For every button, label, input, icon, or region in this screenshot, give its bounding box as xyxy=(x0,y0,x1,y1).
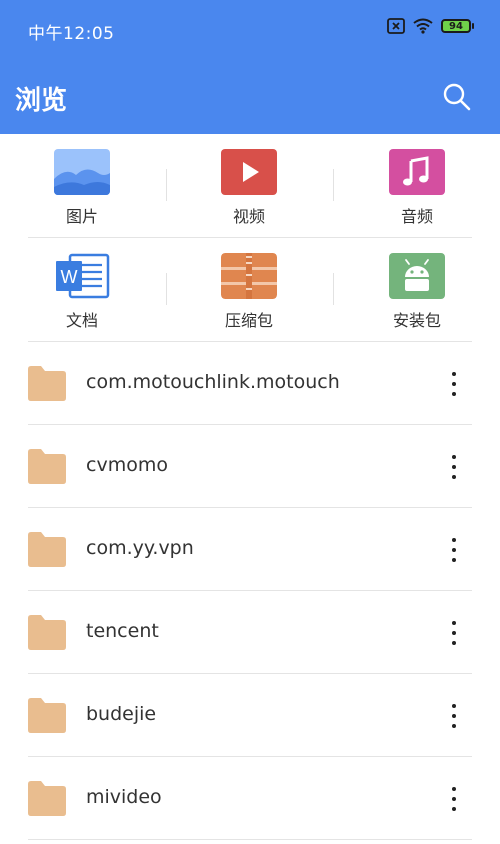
category-videos[interactable]: 视频 xyxy=(189,134,309,237)
folder-row[interactable]: cvmomo xyxy=(0,425,500,508)
category-row: W 文档 压缩包 安装包 xyxy=(28,238,472,342)
folder-name: tencent xyxy=(86,620,159,642)
folder-icon xyxy=(28,615,66,650)
folder-row[interactable]: budejie xyxy=(0,674,500,757)
divider xyxy=(333,273,334,305)
more-options-icon[interactable] xyxy=(444,372,464,396)
category-audio[interactable]: 音频 xyxy=(357,134,477,237)
video-icon xyxy=(221,149,277,195)
category-apk[interactable]: 安装包 xyxy=(357,238,477,341)
category-archives[interactable]: 压缩包 xyxy=(189,238,309,341)
folder-name: cvmomo xyxy=(86,454,168,476)
divider xyxy=(333,169,334,201)
more-options-icon[interactable] xyxy=(444,787,464,811)
page-title: 浏览 xyxy=(15,86,68,116)
more-options-icon[interactable] xyxy=(444,538,464,562)
sim-off-icon xyxy=(387,18,405,34)
folder-row[interactable]: mivideo xyxy=(0,757,500,840)
folder-icon xyxy=(28,532,66,567)
category-label: 音频 xyxy=(400,207,433,226)
category-label: 安装包 xyxy=(392,311,441,330)
battery-icon: 94 xyxy=(441,19,474,33)
folder-icon xyxy=(28,366,66,401)
more-options-icon[interactable] xyxy=(444,704,464,728)
music-icon xyxy=(389,149,445,195)
category-label: 视频 xyxy=(232,207,265,226)
folder-row[interactable]: com.motouchlink.motouch xyxy=(0,342,500,425)
folder-list: com.motouchlink.motouch cvmomo com.yy.vp… xyxy=(0,342,500,840)
divider xyxy=(166,169,167,201)
folder-name: budejie xyxy=(86,703,157,725)
category-documents[interactable]: W 文档 xyxy=(22,238,142,341)
folder-row[interactable]: tencent xyxy=(0,591,500,674)
folder-name: com.yy.vpn xyxy=(86,537,194,559)
search-icon[interactable] xyxy=(442,82,472,112)
category-images[interactable]: 图片 xyxy=(22,134,142,237)
svg-text:W: W xyxy=(61,267,78,287)
category-row: 图片 视频 音频 xyxy=(28,134,472,238)
status-icons: 94 xyxy=(387,18,474,34)
folder-icon xyxy=(28,449,66,484)
image-icon xyxy=(54,149,110,195)
status-bar: 中午12:05 94 xyxy=(0,0,500,60)
folder-icon xyxy=(28,781,66,816)
folder-icon xyxy=(28,698,66,733)
word-document-icon: W xyxy=(56,253,110,299)
app-bar: 浏览 xyxy=(0,60,500,134)
zip-archive-icon xyxy=(221,253,277,299)
battery-level: 94 xyxy=(441,19,471,33)
folder-name: com.motouchlink.motouch xyxy=(86,371,340,393)
category-label: 压缩包 xyxy=(224,311,273,330)
more-options-icon[interactable] xyxy=(444,621,464,645)
android-apk-icon xyxy=(389,253,445,299)
category-label: 文档 xyxy=(65,311,98,330)
folder-name: mivideo xyxy=(86,786,162,808)
more-options-icon[interactable] xyxy=(444,455,464,479)
folder-row[interactable]: com.yy.vpn xyxy=(0,508,500,591)
wifi-icon xyxy=(413,18,433,34)
category-label: 图片 xyxy=(65,207,98,226)
status-time: 中午12:05 xyxy=(28,24,115,44)
divider xyxy=(166,273,167,305)
